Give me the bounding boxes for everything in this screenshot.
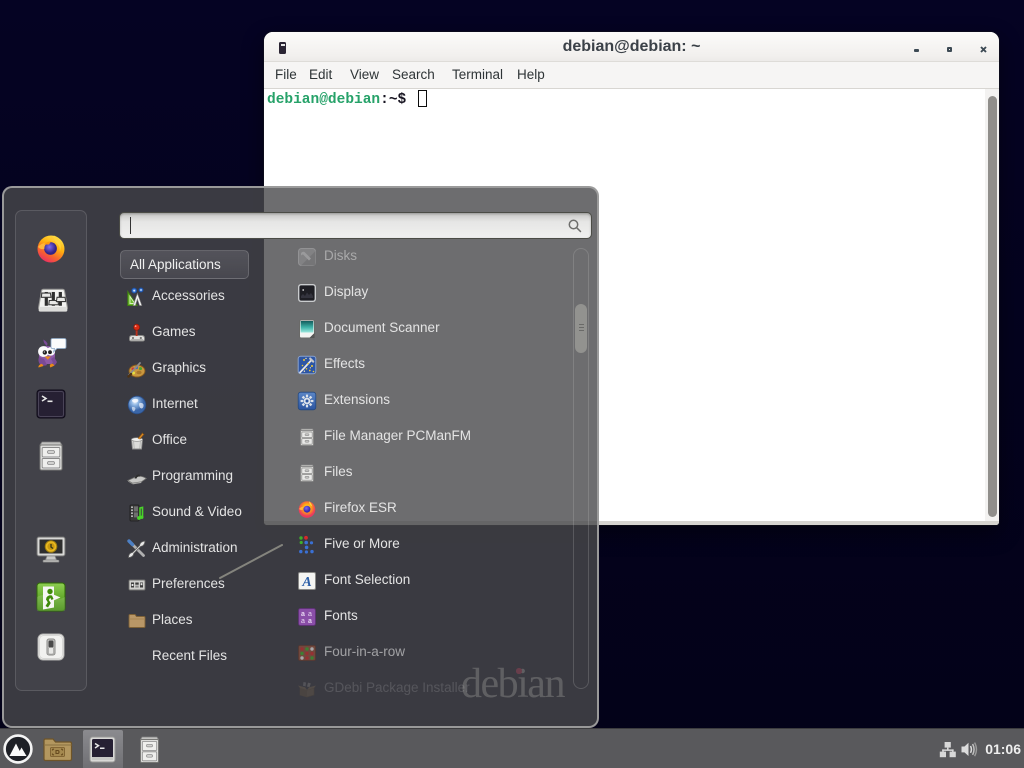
svg-text:a: a (308, 618, 312, 625)
svg-text:a: a (308, 611, 312, 618)
svg-text:a: a (301, 618, 305, 625)
svg-text:a: a (301, 611, 305, 618)
svg-text:A: A (301, 575, 311, 590)
